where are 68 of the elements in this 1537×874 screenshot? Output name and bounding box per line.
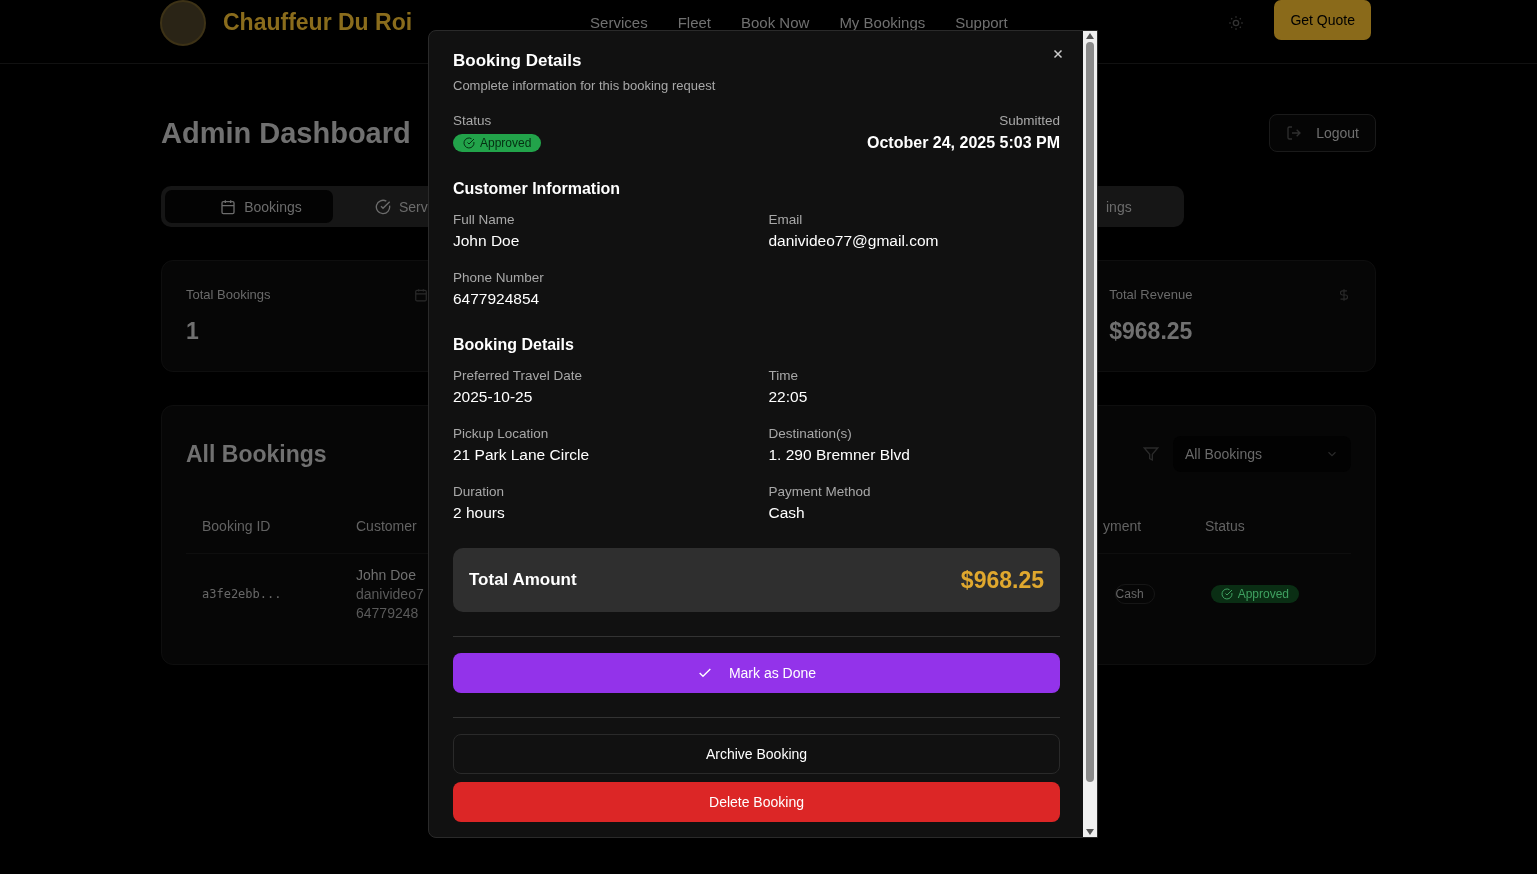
stat-value: 1 [186,318,200,345]
field-label: Full Name [453,212,516,227]
status-badge: Approved [1210,585,1299,604]
filter-icon [1143,446,1159,462]
customer-text: John Doe [356,567,417,584]
field-label: Destination(s) [768,426,853,441]
field-value: 22:05 [768,388,809,406]
tab[interactable]: ings [1100,190,1180,223]
field-value: 21 Park Lane Circle [453,446,591,464]
logout-button[interactable]: Logout [1269,114,1376,152]
dialog-title: Booking Details [453,51,583,71]
brand-name: Chauffeur Du Roi [223,9,413,36]
arrow-down-icon[interactable] [1086,829,1094,835]
check-circle-icon [375,198,391,215]
column-header: Customer [356,517,418,534]
filter-select[interactable]: All Bookings [1173,436,1351,472]
field-label: Phone Number [453,270,545,285]
field-value: 6477924854 [453,290,541,308]
delete-button[interactable]: Delete Booking [453,782,1060,822]
nav-link[interactable]: Fleet [677,14,711,31]
mark-done-button[interactable]: Mark as Done [453,653,1060,693]
get-quote-button[interactable]: Get Quote [1274,0,1371,40]
stat-label: Total Bookings [186,287,271,302]
total-label: Total Amount [469,570,577,590]
field-label: Pickup Location [453,426,550,441]
status-badge: Approved [453,134,542,152]
nav-link[interactable]: My Bookings [839,14,926,31]
scrollbar[interactable] [1083,31,1097,837]
field-value: John Doe [453,232,521,250]
field-label: Email [768,212,804,227]
dialog-subtitle: Complete information for this booking request [453,78,717,93]
nav-link[interactable]: Support [955,14,1008,31]
field-value: danivideo77@gmail.com [768,232,940,250]
page-title: Admin Dashboard [161,116,411,150]
booking-id: a3fe2ebb... [202,587,283,602]
field-label: Status [453,113,492,128]
customer-text: 64779248 [356,605,420,622]
field-label: Preferred Travel Date [453,368,584,383]
column-header: Status [1205,517,1246,534]
field-value: Cash [768,504,806,522]
total-amount: $968.25 [960,566,1044,594]
panel-title: All Bookings [186,440,327,468]
column-header: yment [1103,517,1143,534]
tab[interactable]: Bookings [165,190,333,223]
field-value: 2025-10-25 [453,388,534,406]
section-title: Booking Details [453,336,575,354]
submitted-date: October 24, 2025 5:03 PM [867,134,1060,152]
field-label: Time [768,368,799,383]
field-label: Submitted [999,113,1060,128]
logout-icon [1286,125,1303,141]
column-header: Booking ID [202,517,272,534]
check-circle-icon [1220,588,1233,601]
field-value: 1. 290 Bremner Blvd [768,446,911,464]
section-title: Customer Information [453,180,622,198]
arrow-up-icon[interactable] [1086,33,1094,39]
field-value: 2 hours [453,504,506,522]
stat-label: Total Revenue [1109,287,1193,302]
close-icon [1051,47,1065,61]
customer-text: danivideo7 [356,586,425,603]
nav-link[interactable]: Services [590,14,648,31]
stat-value: $968.25 [1109,318,1194,345]
calendar-icon [220,198,237,215]
dollar-icon [1337,287,1351,302]
check-circle-icon [463,137,475,149]
field-label: Payment Method [768,484,872,499]
nav-link[interactable]: Book Now [741,14,810,31]
archive-button[interactable]: Archive Booking [453,734,1060,774]
field-label: Duration [453,484,506,499]
